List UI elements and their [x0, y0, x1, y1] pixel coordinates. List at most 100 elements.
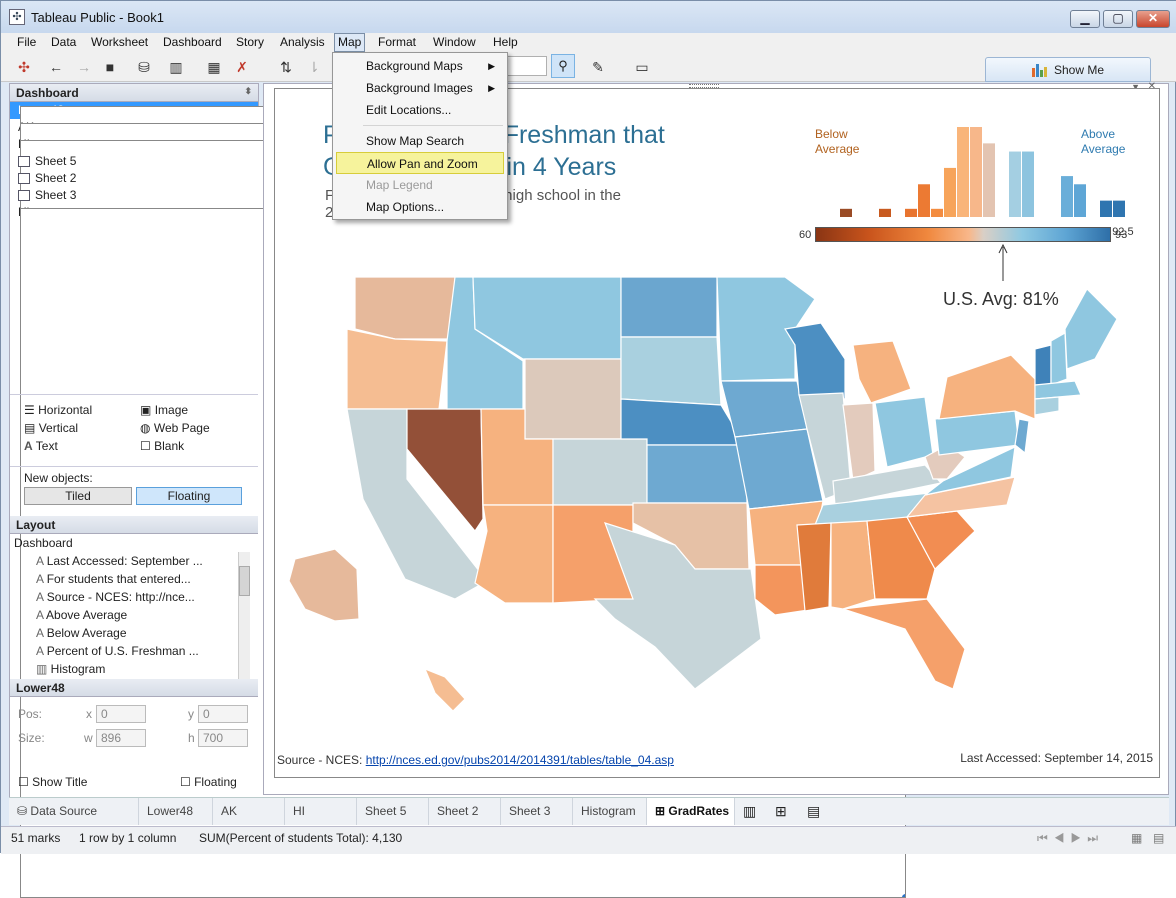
histogram-bar[interactable] — [905, 208, 917, 217]
menu-allow-pan-zoom[interactable]: Allow Pan and Zoom — [336, 152, 504, 174]
menu-analysis[interactable]: Analysis — [280, 35, 325, 49]
clear-sheet-icon[interactable]: ✗ — [233, 58, 251, 76]
histogram-bar[interactable] — [1100, 200, 1112, 217]
layout-item[interactable]: A Above Average — [36, 606, 232, 624]
sheet-item[interactable]: Sheet 5 — [10, 153, 258, 170]
redo-icon[interactable]: → — [75, 58, 93, 76]
tab-lower48[interactable]: Lower48 — [139, 798, 213, 825]
y-input[interactable]: 0 — [198, 705, 248, 723]
sheet-item[interactable]: Sheet 3 — [10, 187, 258, 204]
tiled-button[interactable]: Tiled — [24, 487, 132, 505]
sheet-item[interactable]: Lower48 — [10, 102, 906, 796]
menu-background-images[interactable]: Background Images ▶ — [333, 77, 507, 99]
histogram-chart[interactable]: 62.567.572.577.582.587.592.5 — [810, 109, 1140, 239]
nav-arrows-icon[interactable]: ⏮◀▶⏭ — [1037, 831, 1104, 846]
menu-map-options[interactable]: Map Options... — [333, 196, 507, 218]
histogram-bar[interactable] — [1074, 184, 1086, 217]
histogram-bar[interactable] — [970, 127, 982, 217]
presentation-icon[interactable]: ▭ — [633, 58, 651, 76]
tab-hi[interactable]: HI — [285, 798, 357, 825]
tab-sheet3[interactable]: Sheet 3 — [501, 798, 573, 825]
histogram-bar[interactable] — [879, 208, 891, 217]
histogram-bar[interactable] — [918, 184, 930, 217]
menu-edit-locations[interactable]: Edit Locations... — [333, 99, 507, 121]
layout-item[interactable]: A Last Accessed: September ... — [36, 552, 232, 570]
histogram-bar[interactable] — [1009, 151, 1021, 217]
object-vertical[interactable]: ▤ Vertical — [24, 421, 78, 435]
fit-select[interactable] — [503, 56, 547, 76]
floating-checkbox[interactable]: ☐ Floating — [180, 775, 237, 789]
source-link[interactable]: http://nces.ed.gov/pubs2014/2014391/tabl… — [366, 753, 674, 767]
tab-data-source[interactable]: ⛁ Data Source — [9, 798, 139, 825]
menu-story[interactable]: Story — [236, 35, 264, 49]
histogram-bar[interactable] — [1022, 151, 1034, 217]
menu-dashboard[interactable]: Dashboard — [163, 35, 222, 49]
new-story-tab-icon[interactable]: ▤ — [807, 803, 820, 820]
histogram-bar[interactable] — [944, 167, 956, 217]
new-dashboard-tab-icon[interactable]: ⊞ — [775, 803, 787, 820]
duplicate-sheet-icon[interactable]: ▦ — [205, 58, 223, 76]
layout-item[interactable]: A Below Average — [36, 624, 232, 642]
maximize-button[interactable]: ▢ — [1103, 10, 1133, 28]
pane-menu-icon[interactable]: ⬍ — [244, 86, 252, 97]
grid-view-icon[interactable]: ▦ — [1131, 831, 1142, 845]
object-image[interactable]: ▣ Image — [140, 403, 188, 417]
sheet-item[interactable]: AK — [10, 119, 906, 813]
new-worksheet-tab-icon[interactable]: ▥ — [743, 803, 756, 820]
layout-item[interactable]: ▥ Histogram — [36, 660, 232, 678]
layout-item[interactable]: A For students that entered... — [36, 570, 232, 588]
tab-histogram[interactable]: Histogram — [573, 798, 647, 825]
close-button[interactable]: ✕ — [1136, 10, 1170, 28]
filmstrip-view-icon[interactable]: ▤ — [1153, 831, 1164, 845]
sheet-item[interactable]: HI — [10, 136, 906, 830]
sheet-item[interactable]: Sheet 2 — [10, 170, 258, 187]
menu-window[interactable]: Window — [433, 35, 476, 49]
object-web-page[interactable]: ◍ Web Page — [140, 421, 210, 435]
tab-sheet5[interactable]: Sheet 5 — [357, 798, 429, 825]
scrollbar-thumb[interactable] — [239, 566, 250, 596]
us-choropleth-map[interactable] — [275, 269, 1160, 729]
menu-help[interactable]: Help — [493, 35, 518, 49]
width-input[interactable]: 896 — [96, 729, 146, 747]
menu-file[interactable]: File — [17, 35, 36, 49]
object-blank[interactable]: ☐ Blank — [140, 439, 184, 453]
tab-sheet2[interactable]: Sheet 2 — [429, 798, 501, 825]
histogram-bar[interactable] — [983, 143, 995, 217]
tab-ak[interactable]: AK — [213, 798, 285, 825]
show-me-button[interactable]: Show Me — [985, 57, 1151, 82]
histogram-bar[interactable] — [957, 127, 969, 217]
menu-worksheet[interactable]: Worksheet — [91, 35, 148, 49]
sort-icon[interactable]: ⇂ — [305, 58, 323, 76]
tab-gradrates[interactable]: ⊞ GradRates — [647, 798, 735, 825]
menu-background-maps[interactable]: Background Maps ▶ — [333, 55, 507, 77]
undo-icon[interactable]: ← — [47, 58, 65, 76]
object-text[interactable]: A Text — [24, 439, 58, 453]
show-title-checkbox[interactable]: ☐ Show Title — [18, 775, 87, 789]
tableau-icon[interactable]: ✣ — [15, 58, 33, 76]
sheet-item[interactable]: Histogram — [10, 204, 906, 898]
histogram-bar[interactable] — [1061, 176, 1073, 217]
swap-icon[interactable]: ⇅ — [277, 58, 295, 76]
pin-icon[interactable]: ⚲ — [551, 54, 575, 78]
floating-button[interactable]: Floating — [136, 487, 242, 505]
object-horizontal[interactable]: ☰ Horizontal — [24, 403, 92, 417]
new-data-source-icon[interactable]: ⛁ — [135, 58, 153, 76]
layout-scrollbar[interactable] — [238, 552, 250, 692]
highlight-icon[interactable]: ✎ — [589, 58, 607, 76]
histogram-bar[interactable] — [840, 208, 852, 217]
height-input[interactable]: 700 — [198, 729, 248, 747]
menu-show-map-search[interactable]: Show Map Search — [333, 130, 507, 152]
menu-map[interactable]: Map — [334, 33, 366, 52]
x-input[interactable]: 0 — [96, 705, 146, 723]
histogram-bar[interactable] — [931, 208, 943, 217]
new-worksheet-icon[interactable]: ▥ — [167, 58, 185, 76]
minimize-button[interactable]: ▁ — [1070, 10, 1100, 28]
menu-format[interactable]: Format — [378, 35, 416, 49]
save-icon[interactable]: ■ — [101, 58, 119, 76]
layout-item[interactable]: A Source - NCES: http://nce... — [36, 588, 232, 606]
menu-data[interactable]: Data — [51, 35, 76, 49]
histogram-bar[interactable] — [1113, 200, 1125, 217]
layout-root[interactable]: Dashboard — [10, 534, 258, 552]
state-oregon — [346, 328, 448, 410]
layout-item[interactable]: A Percent of U.S. Freshman ... — [36, 642, 232, 660]
